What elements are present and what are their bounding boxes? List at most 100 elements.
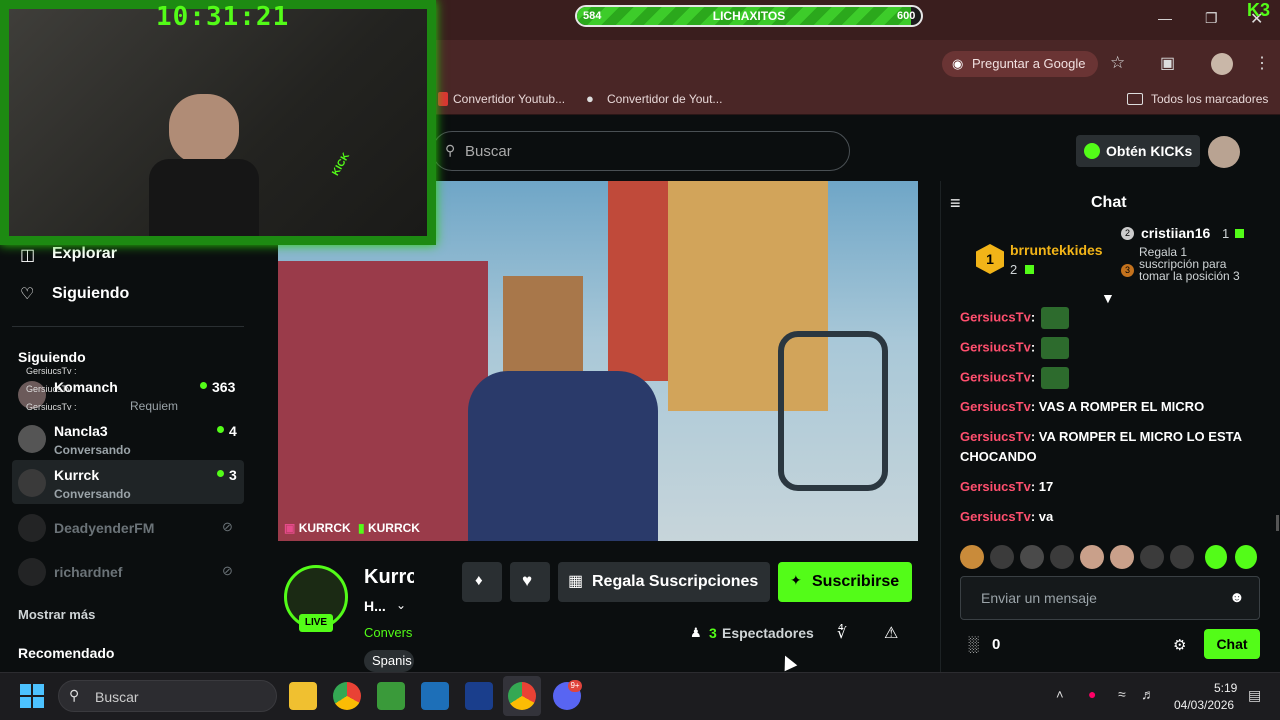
live-dot-icon bbox=[217, 470, 224, 477]
notification-badge: 9+ bbox=[568, 680, 582, 692]
app-icon[interactable] bbox=[377, 682, 405, 710]
app-icon[interactable] bbox=[465, 682, 493, 710]
second-count: 1 bbox=[1222, 226, 1230, 241]
file-explorer-icon[interactable] bbox=[289, 682, 317, 710]
nav-following[interactable]: Siguiendo bbox=[52, 285, 129, 303]
wifi-icon[interactable]: ≈ bbox=[1118, 686, 1126, 702]
collapse-chat-icon[interactable]: ≡ bbox=[950, 193, 961, 214]
third-prompt: Regala 1 suscripción para tomar la posic… bbox=[1139, 246, 1240, 283]
gift-subs-button[interactable]: ▦ Regala Suscripciones bbox=[558, 562, 770, 602]
browser-menu-icon[interactable]: ⋮ bbox=[1254, 53, 1270, 73]
emote-icon[interactable] bbox=[1205, 545, 1227, 569]
emote-icon[interactable] bbox=[1080, 545, 1104, 569]
photos-icon[interactable] bbox=[421, 682, 449, 710]
clock-date[interactable]: 04/03/2026 bbox=[1174, 698, 1234, 712]
volume-icon[interactable]: ♬ bbox=[1141, 686, 1155, 702]
webcam-overlay: KICK bbox=[0, 0, 436, 245]
emote-icon[interactable] bbox=[1140, 545, 1164, 569]
chat-message: GersiucsTv: VAS A ROMPER EL MICRO bbox=[960, 399, 1205, 414]
emote-image bbox=[1040, 337, 1069, 359]
stream-clock: 10:31:21 bbox=[156, 2, 290, 32]
heart-icon: ♥ bbox=[522, 571, 533, 590]
get-kicks-button[interactable]: Obtén KICKs bbox=[1076, 135, 1200, 167]
share-icon[interactable]: ∜ bbox=[837, 624, 847, 642]
sidebar-channel[interactable]: Nancla3 Conversando 4 bbox=[12, 416, 244, 460]
emote-icon[interactable] bbox=[960, 545, 984, 569]
instagram-watermark: ▣ KURRCK bbox=[284, 521, 351, 535]
subscribe-button[interactable]: ✦ Suscribirse bbox=[778, 562, 912, 602]
chat-input[interactable]: Enviar un mensaje ☻ bbox=[960, 576, 1260, 620]
emote-icon[interactable] bbox=[1170, 545, 1194, 569]
follow-button[interactable]: ♥ bbox=[510, 562, 550, 602]
chat-text: va bbox=[1038, 509, 1054, 524]
profile-avatar[interactable] bbox=[1211, 53, 1233, 75]
send-chat-button[interactable]: Chat bbox=[1204, 629, 1260, 659]
streamer-name[interactable]: Kurrc bbox=[364, 566, 414, 589]
chevron-up-icon[interactable]: ˄ bbox=[1056, 687, 1064, 702]
minimize-button[interactable]: — bbox=[1158, 10, 1172, 26]
emoji-icon[interactable]: ☻ bbox=[1229, 589, 1245, 606]
star-bookmark-icon[interactable]: ☆ bbox=[1110, 53, 1125, 73]
show-more-link[interactable]: Mostrar más bbox=[18, 607, 95, 622]
start-button[interactable] bbox=[20, 684, 44, 708]
chat-username[interactable]: GersiucsTv bbox=[960, 509, 1031, 524]
expand-leaderboard-icon[interactable]: ▼ bbox=[1101, 290, 1115, 306]
chevron-down-icon[interactable]: ⌄ bbox=[396, 598, 406, 612]
report-icon[interactable]: ⚠ bbox=[884, 623, 898, 643]
emote-icon[interactable] bbox=[1020, 545, 1044, 569]
overlay-chat-line: GersiucsTv : bbox=[26, 366, 77, 376]
bookmark-item[interactable]: Convertidor Youtub... bbox=[453, 92, 565, 106]
taskbar-search-label: Buscar bbox=[95, 689, 139, 705]
chat-username[interactable]: GersiucsTv bbox=[960, 479, 1031, 494]
chat-username[interactable]: GersiucsTv bbox=[960, 339, 1031, 354]
video-nightstand bbox=[503, 276, 583, 386]
chat-message: GersiucsTv: 17 bbox=[960, 479, 1054, 494]
stream-title: H... bbox=[364, 598, 386, 614]
chat-username[interactable]: GersiucsTv bbox=[960, 369, 1031, 384]
taskbar-search[interactable]: ⚲ Buscar bbox=[58, 680, 277, 712]
watermark-text: KURRCK bbox=[367, 521, 420, 535]
chat-scrollbar[interactable] bbox=[1276, 515, 1279, 531]
stream-category[interactable]: Convers bbox=[364, 625, 414, 640]
bookmark-item[interactable]: Convertidor de Yout... bbox=[607, 92, 722, 106]
clock-time[interactable]: 5:19 bbox=[1214, 681, 1237, 695]
ask-google-button[interactable]: ◉ Preguntar a Google bbox=[942, 51, 1098, 77]
notifications-button[interactable]: ♦ bbox=[462, 562, 502, 602]
emote-image bbox=[1040, 367, 1069, 389]
webcam-shirt bbox=[149, 159, 259, 236]
language-tag[interactable]: Spanis bbox=[364, 650, 414, 672]
rank-badge: 3 bbox=[1121, 264, 1134, 277]
leader-name[interactable]: brruntekkides bbox=[1010, 242, 1103, 258]
emote-icon[interactable] bbox=[1110, 545, 1134, 569]
search-icon: ⚲ bbox=[445, 142, 456, 158]
nav-explore[interactable]: Explorar bbox=[52, 245, 117, 263]
sidebar-channel[interactable]: DeadyenderFM ⊘ bbox=[12, 506, 244, 550]
emote-icon[interactable] bbox=[990, 545, 1014, 569]
microphone-icon[interactable]: ● bbox=[1088, 686, 1096, 702]
channel-category: Conversando bbox=[54, 487, 131, 501]
emote-icon[interactable] bbox=[1235, 545, 1257, 569]
gift-icon: ▦ bbox=[568, 573, 584, 590]
chat-message: GersiucsTv: bbox=[960, 337, 1260, 359]
chat-username[interactable]: GersiucsTv bbox=[960, 429, 1031, 444]
chat-message: GersiucsTv: bbox=[960, 307, 1260, 329]
chat-username[interactable]: GersiucsTv bbox=[960, 399, 1031, 414]
sidebar-channel[interactable]: richardnef ⊘ bbox=[12, 550, 244, 594]
all-bookmarks-link[interactable]: Todos los marcadores bbox=[1151, 92, 1268, 106]
chat-username[interactable]: GersiucsTv bbox=[960, 309, 1031, 324]
sidebar-channel[interactable]: Kurrck Conversando 3 bbox=[12, 460, 244, 504]
notifications-icon[interactable]: ▤ bbox=[1248, 687, 1261, 704]
second-name[interactable]: cristiian16 bbox=[1141, 225, 1210, 241]
restore-button[interactable]: ❐ bbox=[1205, 10, 1218, 27]
user-avatar[interactable] bbox=[1208, 136, 1240, 168]
gear-icon[interactable]: ⚙ bbox=[1173, 636, 1186, 654]
emote-icon[interactable] bbox=[1050, 545, 1074, 569]
chrome-icon[interactable] bbox=[508, 682, 536, 710]
live-badge: LIVE bbox=[299, 614, 333, 632]
extensions-icon[interactable]: ▣ bbox=[1160, 53, 1175, 73]
search-input[interactable]: ⚲ Buscar bbox=[432, 131, 850, 171]
chrome-icon[interactable] bbox=[333, 682, 361, 710]
channel-avatar bbox=[18, 514, 46, 542]
store-icon[interactable]: ░ bbox=[968, 636, 979, 653]
channel-avatar bbox=[18, 558, 46, 586]
